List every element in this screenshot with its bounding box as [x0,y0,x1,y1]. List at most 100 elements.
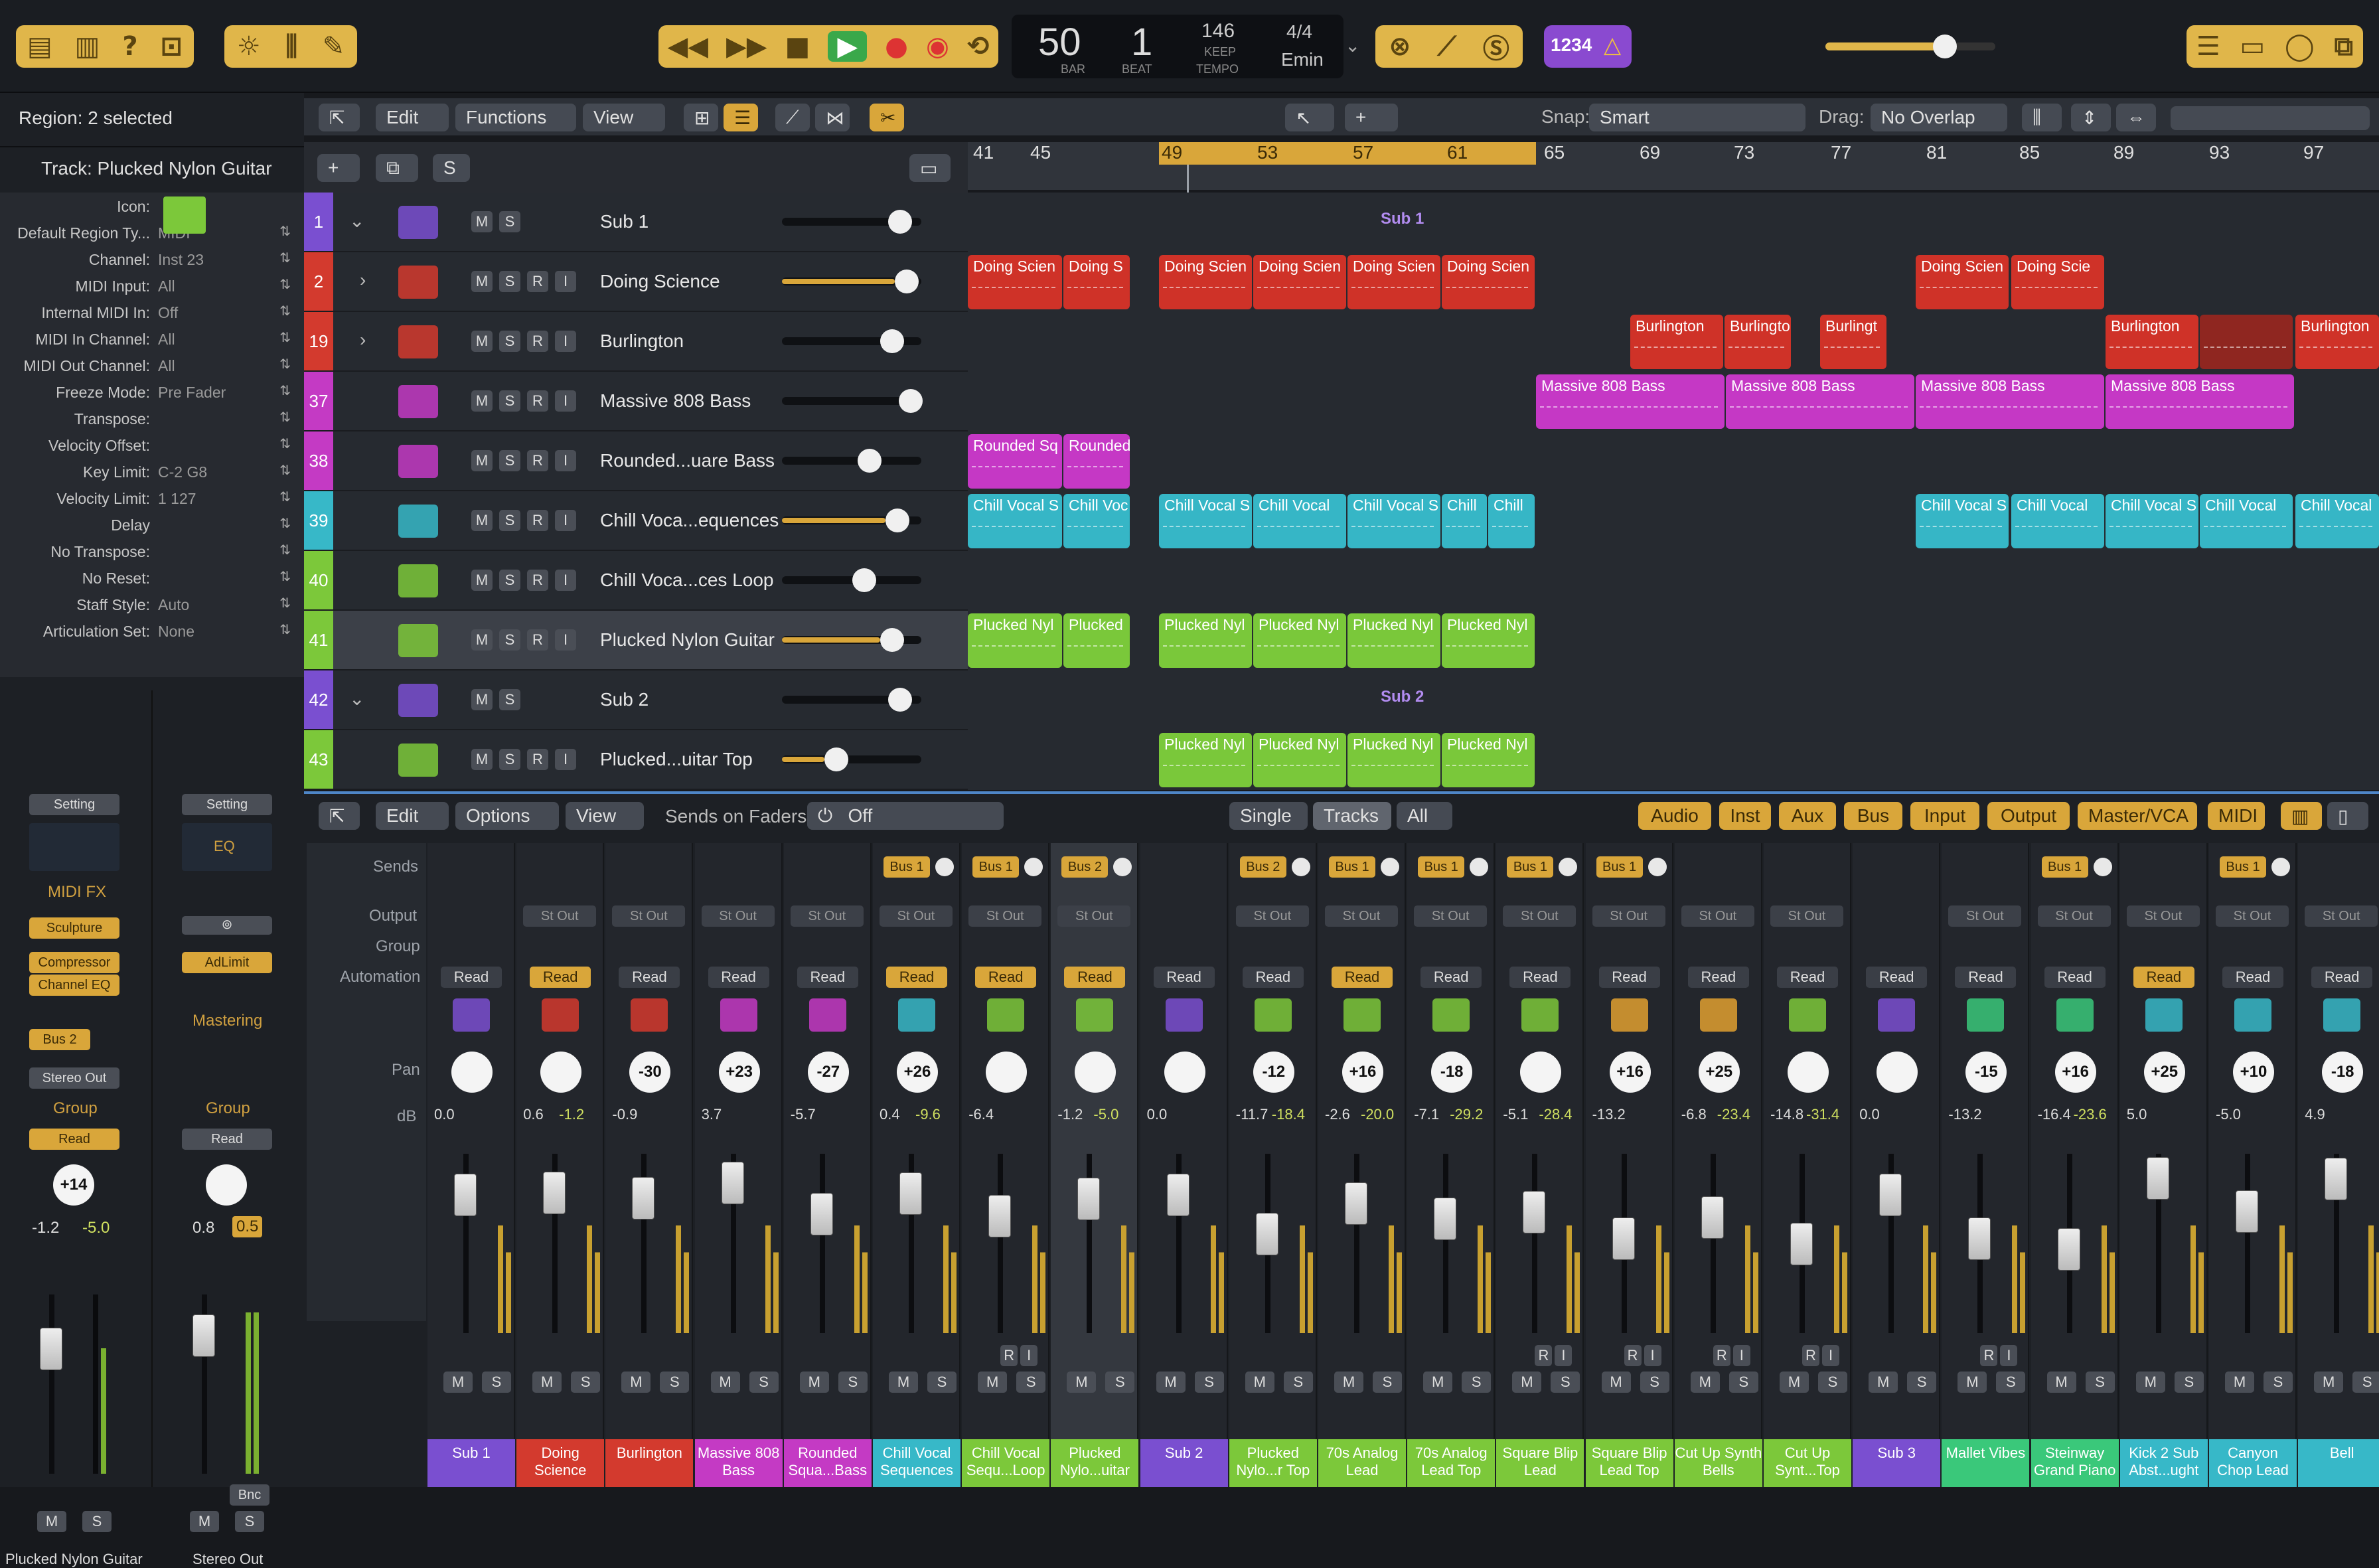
inspector-row[interactable]: Velocity Limit: 1 127 ⇅ [0,485,304,511]
strip-s-button[interactable]: S [1194,1372,1224,1393]
volume-fader-output[interactable] [192,1314,215,1357]
volume-db[interactable]: 0.6 [523,1106,544,1123]
strip-name[interactable]: Sub 2 [1140,1439,1228,1487]
volume-db[interactable]: -6.8 [1681,1106,1707,1123]
track-instrument-icon[interactable] [398,266,438,299]
updown-chevron-icon[interactable]: ⇅ [279,489,291,505]
automation-mode[interactable]: Read [975,967,1037,988]
output-slot[interactable]: St Out [1057,905,1131,927]
track-r-button[interactable]: R [527,570,548,591]
track-header[interactable]: 37 M S R I Massive 808 Bass [304,372,968,431]
track-instrument-icon[interactable] [398,684,438,717]
region[interactable]: Plucked Nyl [1347,733,1440,787]
global-tracks-icon[interactable]: ▭ [909,154,951,182]
media-browser-icon[interactable]: ⧉ [2335,31,2354,62]
volume-db[interactable]: 0.0 [1859,1106,1880,1123]
region[interactable]: Rounded [1063,434,1130,489]
channel-icon[interactable] [1878,998,1916,1032]
region[interactable]: Burlingto [1725,315,1791,369]
region[interactable]: Chill Vocal S [1347,494,1440,548]
mixer-catch-icon[interactable]: ⇱ [319,802,360,830]
volume-db[interactable]: -5.7 [791,1106,816,1123]
track-header[interactable]: 40 M S R I Chill Voca...ces Loop [304,551,968,611]
volume-fader[interactable] [1434,1197,1457,1240]
track-volume-slider[interactable] [782,449,921,473]
pan-knob[interactable] [1877,1052,1918,1093]
mixer-filter-mastervca[interactable]: Master/VCA [2078,802,2197,830]
strip-name[interactable]: Chill Vocal Sequ...Loop [962,1439,1050,1487]
automation-mode[interactable]: Read [886,967,947,988]
channel-icon[interactable] [1521,998,1559,1032]
pan-knob[interactable]: +25 [1698,1052,1740,1093]
volume-db[interactable]: -7.1 [1414,1106,1439,1123]
channel-icon[interactable] [1699,998,1737,1032]
updown-chevron-icon[interactable]: ⇅ [279,303,291,319]
track-name[interactable]: Burlington [600,331,684,352]
track-i-button[interactable]: I [555,629,576,651]
send-slot[interactable]: Bus 1 [2220,856,2266,878]
channel-icon[interactable] [1967,998,2005,1032]
updown-chevron-icon[interactable]: ⇅ [279,462,291,479]
edit-menu[interactable]: Edit [376,104,449,131]
pan-knob[interactable]: -27 [807,1052,849,1093]
volume-db[interactable]: 3.7 [702,1106,722,1123]
track-r-button[interactable]: R [527,331,548,352]
region[interactable]: Massive 808 Bass [1916,374,2104,429]
pan-knob[interactable] [451,1052,493,1093]
strip-m-button[interactable]: M [799,1372,829,1393]
volume-db[interactable]: 4.9 [2305,1106,2325,1123]
pan-knob[interactable]: +25 [2143,1052,2185,1093]
track-instrument-icon[interactable] [398,624,438,657]
output-slot[interactable]: St Out [1414,905,1488,927]
volume-db[interactable]: -16.4 [2038,1106,2071,1123]
track-name[interactable]: Rounded...uare Bass [600,450,775,471]
region[interactable]: Massive 808 Bass [1726,374,1914,429]
output-slot[interactable]: St Out [701,905,775,927]
output-slot[interactable]: St Out [1770,905,1843,927]
toolbar-icon[interactable]: ⊡ [161,31,183,62]
track-header[interactable]: 38 M S R I Rounded...uare Bass [304,431,968,491]
volume-db[interactable]: 0.4 [880,1106,900,1123]
grid-view-icon[interactable]: ⊞ [684,104,718,131]
automation-mode[interactable]: Read [1687,967,1749,988]
add-track-icon[interactable]: + [317,154,360,182]
group-label[interactable]: Group [53,1099,98,1118]
inspector-row[interactable]: Articulation Set: None ⇅ [0,617,304,644]
track-s-button[interactable]: S [499,390,520,412]
strip-m-button[interactable]: M [1334,1372,1363,1393]
track-volume-slider[interactable] [782,688,921,712]
output-slot[interactable]: St Out [968,905,1042,927]
send-level-knob[interactable] [1291,858,1310,876]
functions-menu[interactable]: Functions [455,104,576,131]
send-slot[interactable]: Bus 1 [2041,856,2088,878]
volume-fader[interactable] [1077,1178,1101,1220]
adlimit-plugin[interactable]: AdLimit [182,952,272,973]
track-s-button[interactable]: S [499,450,520,471]
strip-m-button[interactable]: M [1601,1372,1631,1393]
track-r-button[interactable]: R [527,450,548,471]
library-icon[interactable]: ▤ [27,31,52,62]
strip-m-button[interactable]: M [443,1372,473,1393]
solo-mode-icon[interactable]: Ⓢ [1483,27,1509,66]
updown-chevron-icon[interactable]: ⇅ [279,250,291,266]
strip-s-button[interactable]: S [2085,1372,2115,1393]
send-level-knob[interactable] [935,858,954,876]
setting-button-output[interactable]: Setting [182,794,272,815]
updown-chevron-icon[interactable]: ⇅ [279,595,291,611]
volume-fader[interactable] [1612,1217,1635,1260]
lcd-display[interactable]: 50 1 BAR BEAT 146 KEEP TEMPO 4/4 Emin [1012,15,1343,78]
pan-knob[interactable]: -18 [2322,1052,2364,1093]
strip-name[interactable]: Massive 808 Bass [694,1439,783,1487]
track-r-button[interactable]: R [527,390,548,412]
track-i-button[interactable]: I [555,510,576,531]
disclosure-triangle-icon[interactable]: › [360,270,366,291]
strip-name[interactable]: Steinway Grand Piano [2031,1439,2119,1487]
brightness-icon[interactable]: ☼ [237,31,261,62]
region[interactable]: Chill Vocal S [1159,494,1252,548]
strip-m-button[interactable]: M [2046,1372,2076,1393]
strip-i-button[interactable]: I [1732,1345,1750,1366]
strip-s-button[interactable]: S [660,1372,690,1393]
solo-s-button[interactable]: S [433,154,470,182]
track-volume-slider[interactable] [782,389,923,413]
track-i-button[interactable]: I [555,390,576,412]
